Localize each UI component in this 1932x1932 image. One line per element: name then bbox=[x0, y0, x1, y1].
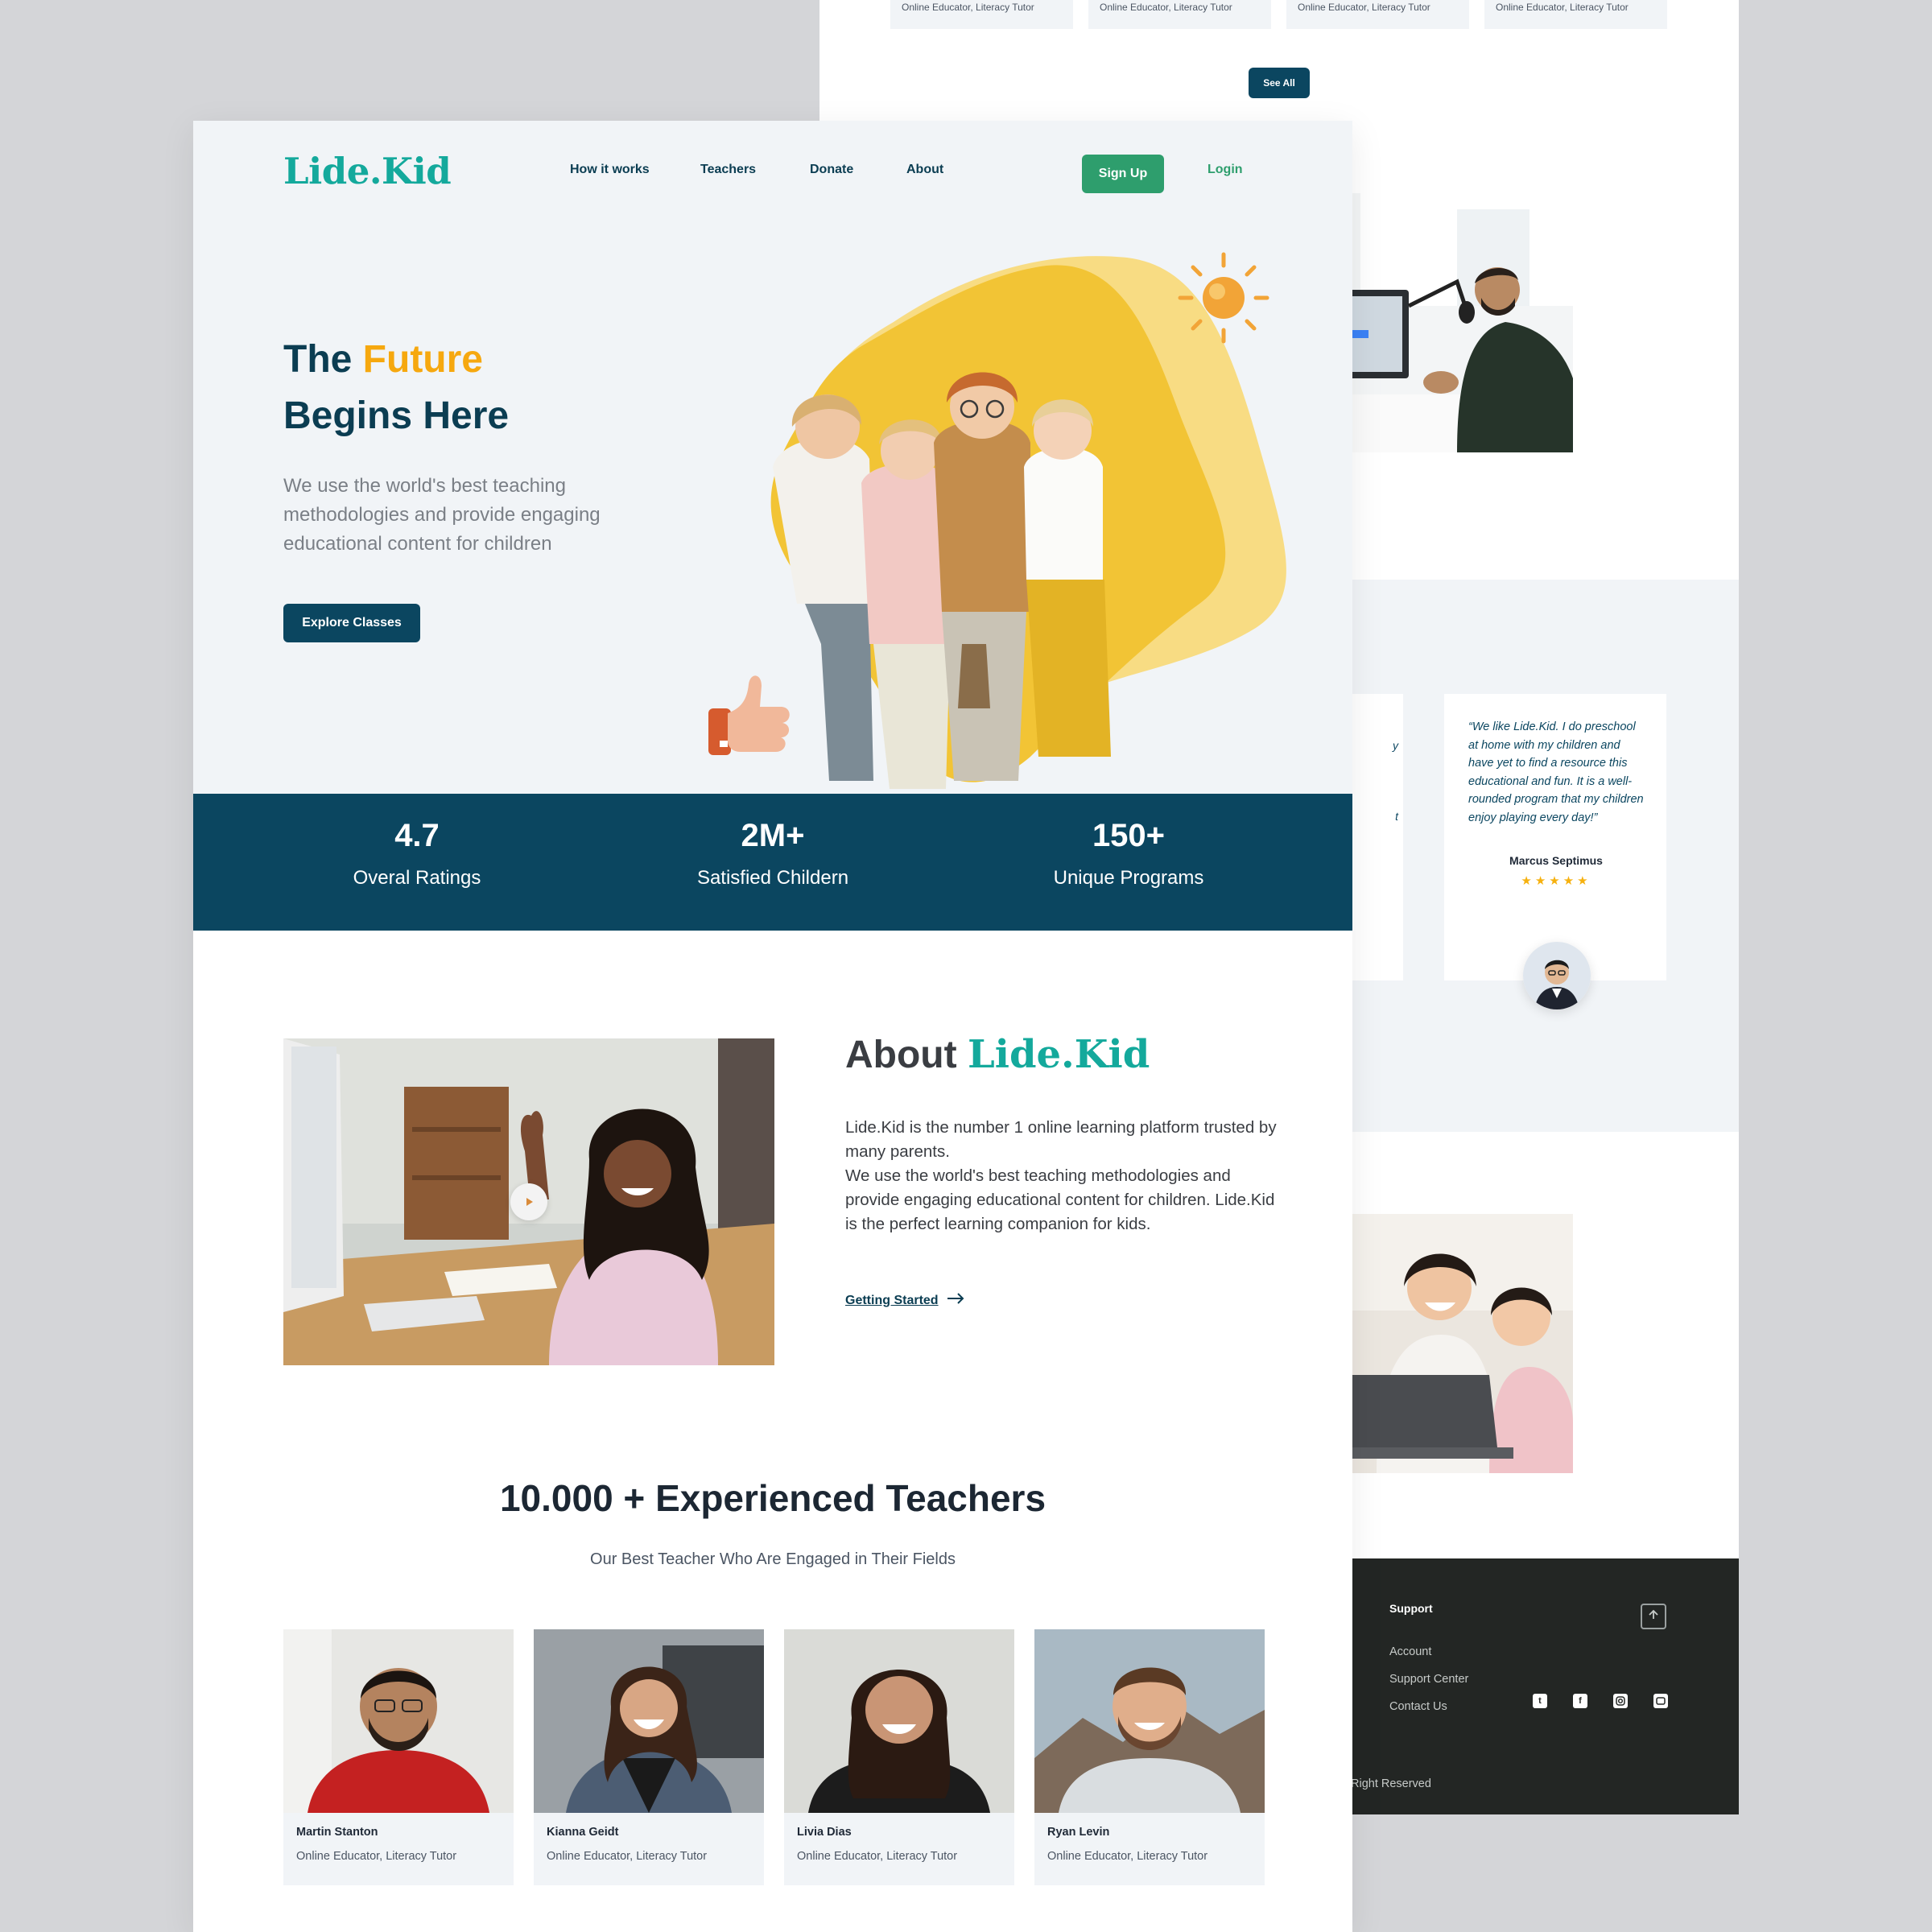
teacher-name: Kianna Geidt bbox=[547, 1826, 619, 1839]
about-paragraph: We use the world's best teaching methodo… bbox=[845, 1166, 1275, 1233]
login-link[interactable]: Login bbox=[1208, 163, 1243, 177]
nav-how-it-works[interactable]: How it works bbox=[570, 163, 650, 177]
stat-label: Unique Programs bbox=[1053, 867, 1204, 889]
footer-rights: Right Reserved bbox=[1351, 1777, 1431, 1790]
teacher-name: Ryan Levin bbox=[1047, 1826, 1110, 1839]
partial-quote-text: t bbox=[1395, 810, 1398, 823]
thumbs-up-icon bbox=[708, 675, 790, 755]
partial-quote-text: y bbox=[1393, 739, 1398, 752]
teacher-card[interactable]: Kianna Geidt Online Educator, Literacy T… bbox=[534, 1629, 764, 1885]
about-title: About Lide.Kid bbox=[845, 1032, 1150, 1077]
teacher-card[interactable]: Livia Dias Online Educator, Literacy Tut… bbox=[784, 1629, 1014, 1885]
teacher-role: Online Educator, Literacy Tutor bbox=[547, 1850, 708, 1863]
stat-label: Overal Ratings bbox=[353, 867, 481, 889]
child-figure bbox=[773, 394, 873, 781]
teacher-role: Online Educator, Literacy Tutor bbox=[1496, 2, 1629, 13]
teacher-role: Online Educator, Literacy Tutor bbox=[797, 1850, 958, 1863]
teacher-card[interactable]: Martin Stanton Online Educator, Literacy… bbox=[283, 1629, 514, 1885]
about-title-prefix: About bbox=[845, 1034, 968, 1076]
teacher-photo bbox=[784, 1629, 1014, 1813]
signup-button[interactable]: Sign Up bbox=[1082, 155, 1164, 193]
arrow-right-icon bbox=[947, 1293, 964, 1308]
stat-label: Satisfied Childern bbox=[696, 867, 849, 889]
arrow-up-icon bbox=[1647, 1608, 1660, 1625]
teacher-photo bbox=[534, 1629, 764, 1813]
avatar bbox=[1523, 942, 1591, 1009]
stat-value: 2M+ bbox=[741, 818, 805, 853]
about-description: Lide.Kid is the number 1 online learning… bbox=[845, 1116, 1280, 1236]
teachers-title: 10.000 + Experienced Teachers bbox=[499, 1477, 1046, 1519]
teacher-card[interactable]: Ryan Levin Online Educator, Literacy Tut… bbox=[1034, 1629, 1265, 1885]
hero-subtitle: We use the world's best teaching methodo… bbox=[283, 475, 601, 555]
teacher-photo bbox=[283, 1629, 514, 1813]
nav-donate[interactable]: Donate bbox=[810, 163, 853, 177]
teacher-photo bbox=[1034, 1629, 1265, 1813]
about-paragraph: Lide.Kid is the number 1 online learning… bbox=[845, 1118, 1277, 1161]
footer-support-title: Support bbox=[1389, 1602, 1433, 1615]
hero-title-line2: Begins Here bbox=[283, 394, 510, 437]
getting-started-link[interactable]: Getting Started bbox=[845, 1293, 964, 1308]
nav-teachers[interactable]: Teachers bbox=[700, 163, 756, 177]
stat-item: 4.7 Overal Ratings bbox=[256, 794, 578, 890]
about-title-brand: Lide.Kid bbox=[967, 1032, 1150, 1077]
stats-bar: 4.7 Overal Ratings 2M+ Satisfied Childer… bbox=[193, 794, 1352, 931]
nav-about[interactable]: About bbox=[906, 163, 943, 177]
footer-link-account[interactable]: Account bbox=[1389, 1645, 1431, 1658]
testimonial-author: Marcus Septimus bbox=[1509, 854, 1603, 867]
teachers-subtitle: Our Best Teacher Who Are Engaged in Thei… bbox=[590, 1550, 956, 1568]
teacher-role: Online Educator, Literacy Tutor bbox=[1047, 1850, 1208, 1863]
stat-item: 150+ Unique Programs bbox=[968, 794, 1290, 890]
getting-started-label: Getting Started bbox=[845, 1293, 939, 1307]
explore-classes-button[interactable]: Explore Classes bbox=[283, 604, 420, 642]
back-to-top-button[interactable] bbox=[1641, 1604, 1666, 1629]
landing-page: Lide.Kid How it works Teachers Donate Ab… bbox=[193, 121, 1352, 1932]
testimonial-quote: “We like Lide.Kid. I do preschool at hom… bbox=[1468, 720, 1644, 824]
about-video-thumbnail[interactable] bbox=[283, 1038, 774, 1365]
site-logo[interactable]: Lide.Kid bbox=[283, 150, 452, 192]
stat-item: 2M+ Satisfied Childern bbox=[612, 794, 934, 890]
teacher-role: Online Educator, Literacy Tutor bbox=[1298, 2, 1430, 13]
youtube-icon[interactable] bbox=[1653, 1694, 1668, 1708]
hero-title-accent: Future bbox=[362, 338, 483, 381]
see-all-button[interactable]: See All bbox=[1249, 68, 1310, 98]
back-teacher-card[interactable]: Online Educator, Literacy Tutor bbox=[1286, 0, 1469, 29]
footer-link-contact-us[interactable]: Contact Us bbox=[1389, 1700, 1447, 1713]
back-teacher-cards: Online Educator, Literacy Tutor Online E… bbox=[890, 0, 1739, 29]
teacher-role: Online Educator, Literacy Tutor bbox=[296, 1850, 457, 1863]
rating-stars: ★★★★★ bbox=[1521, 874, 1591, 888]
testimonial-card: “We like Lide.Kid. I do preschool at hom… bbox=[1444, 694, 1666, 980]
facebook-icon[interactable]: f bbox=[1573, 1694, 1587, 1708]
teacher-name: Martin Stanton bbox=[296, 1826, 378, 1839]
hero-illustration bbox=[708, 225, 1304, 789]
instagram-icon[interactable] bbox=[1613, 1694, 1628, 1708]
teacher-role: Online Educator, Literacy Tutor bbox=[902, 2, 1034, 13]
teacher-role: Online Educator, Literacy Tutor bbox=[1100, 2, 1232, 13]
hero-title: The Future Begins Here bbox=[283, 332, 509, 444]
back-teacher-card[interactable]: Online Educator, Literacy Tutor bbox=[890, 0, 1073, 29]
twitter-icon[interactable]: t bbox=[1533, 1694, 1547, 1708]
play-icon[interactable] bbox=[510, 1183, 547, 1220]
stat-value: 150+ bbox=[1092, 818, 1166, 853]
hero-section: Lide.Kid How it works Teachers Donate Ab… bbox=[193, 121, 1352, 794]
hero-title-part1: The bbox=[283, 338, 363, 381]
sun-icon bbox=[1178, 252, 1269, 344]
back-teacher-card[interactable]: Online Educator, Literacy Tutor bbox=[1484, 0, 1667, 29]
teacher-name: Livia Dias bbox=[797, 1826, 852, 1839]
stat-value: 4.7 bbox=[394, 818, 440, 853]
back-teacher-card[interactable]: Online Educator, Literacy Tutor bbox=[1088, 0, 1271, 29]
footer-link-support-center[interactable]: Support Center bbox=[1389, 1673, 1468, 1686]
